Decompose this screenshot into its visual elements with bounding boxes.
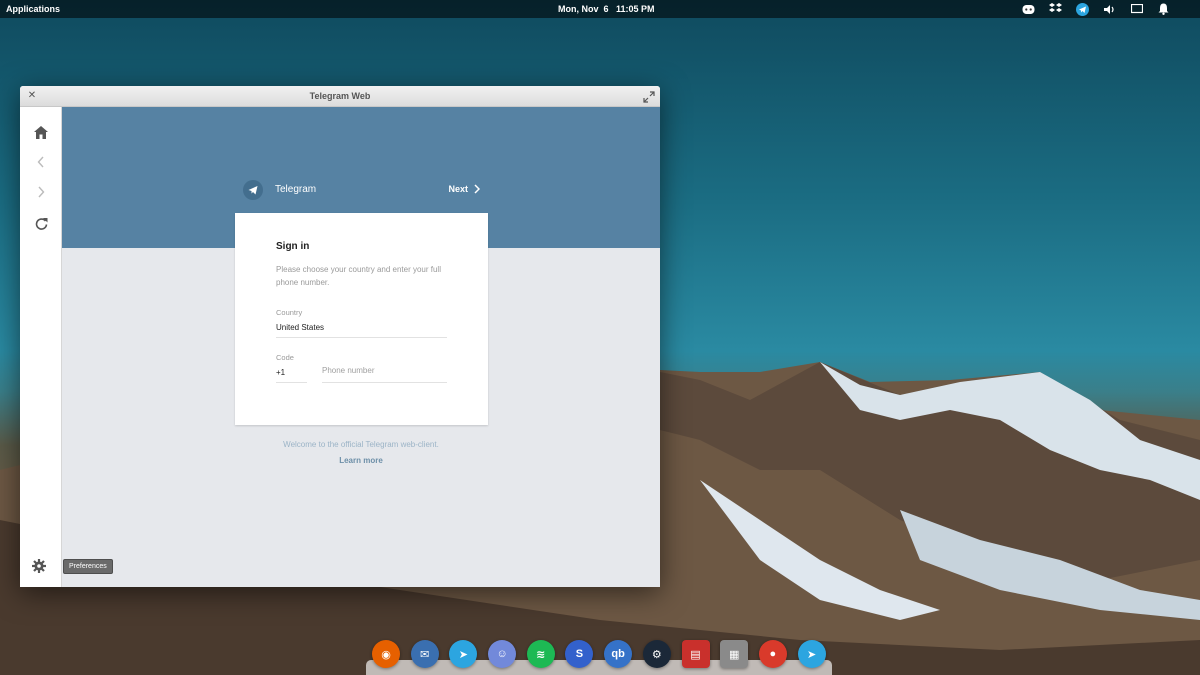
maximize-icon[interactable] xyxy=(643,90,655,103)
dropbox-icon[interactable] xyxy=(1049,3,1062,16)
country-label: Country xyxy=(276,308,303,317)
steam-icon[interactable]: ⚙ xyxy=(642,640,671,668)
back-icon[interactable] xyxy=(32,153,50,171)
learn-more-link[interactable]: Learn more xyxy=(62,456,660,465)
telegram-header: Telegram Next xyxy=(243,180,480,200)
system-tray xyxy=(1022,2,1170,16)
discord-icon[interactable] xyxy=(1022,3,1035,16)
clock[interactable]: Mon, Nov 6 11:05 PM xyxy=(558,4,655,14)
forward-icon[interactable] xyxy=(32,183,50,201)
top-panel: Applications Mon, Nov 6 11:05 PM xyxy=(0,0,1200,18)
sign-in-description: Please choose your country and enter you… xyxy=(276,265,441,287)
code-input[interactable]: +1 xyxy=(276,368,285,377)
code-underline xyxy=(276,382,307,383)
preferences-tooltip: Preferences xyxy=(63,559,113,574)
telegram-web-window: ✕ Telegram Web Telegram Next Sign in Ple… xyxy=(20,86,660,587)
simplenote-icon[interactable]: S xyxy=(565,640,594,668)
spotify-icon[interactable]: ≋ xyxy=(526,640,555,668)
chevron-right-icon xyxy=(474,184,480,194)
reload-icon[interactable] xyxy=(32,214,50,232)
notification-bell-icon[interactable] xyxy=(1157,3,1170,16)
applications-menu[interactable]: Applications xyxy=(6,4,60,14)
window-titlebar[interactable]: ✕ Telegram Web xyxy=(20,86,660,107)
volume-icon[interactable] xyxy=(1103,3,1116,16)
thunderbird-icon[interactable]: ✉ xyxy=(410,640,439,668)
page-content: Telegram Next Sign in Please choose your… xyxy=(62,107,660,587)
telegram-icon[interactable] xyxy=(1076,2,1089,16)
tomato-timer-icon[interactable]: ● xyxy=(758,640,787,668)
discord-icon[interactable]: ☺ xyxy=(488,640,517,668)
next-button[interactable]: Next xyxy=(448,184,480,194)
sign-in-title: Sign in xyxy=(276,241,310,252)
browser-sidebar xyxy=(20,107,62,587)
red-app-icon[interactable]: ▤ xyxy=(681,640,710,668)
archive-manager-icon[interactable]: ▦ xyxy=(720,640,749,668)
dock-icons: ◉ ✉ ➤ ☺ ≋ Sqb ⚙ ▤ ▦ ● ➤ xyxy=(372,640,826,668)
code-label: Code xyxy=(276,353,294,362)
firefox-icon[interactable]: ◉ xyxy=(372,640,400,668)
welcome-text: Welcome to the official Telegram web-cli… xyxy=(283,440,439,449)
next-label: Next xyxy=(448,184,468,194)
window-title: Telegram Web xyxy=(309,91,371,101)
country-underline xyxy=(276,337,447,338)
phone-number-input[interactable] xyxy=(322,363,447,377)
telegram-logo-icon xyxy=(243,180,263,200)
telegram-icon[interactable]: ➤ xyxy=(449,640,478,668)
telegram-desktop-icon[interactable]: ➤ xyxy=(797,640,826,668)
settings-icon[interactable] xyxy=(30,557,48,575)
display-icon[interactable] xyxy=(1130,3,1143,16)
sign-in-card: Sign in Please choose your country and e… xyxy=(235,213,488,425)
home-icon[interactable] xyxy=(32,123,50,141)
qbittorrent-icon[interactable]: qb xyxy=(604,640,633,668)
app-name: Telegram xyxy=(275,184,317,195)
country-select[interactable]: United States xyxy=(276,323,324,332)
phone-underline xyxy=(322,382,447,383)
